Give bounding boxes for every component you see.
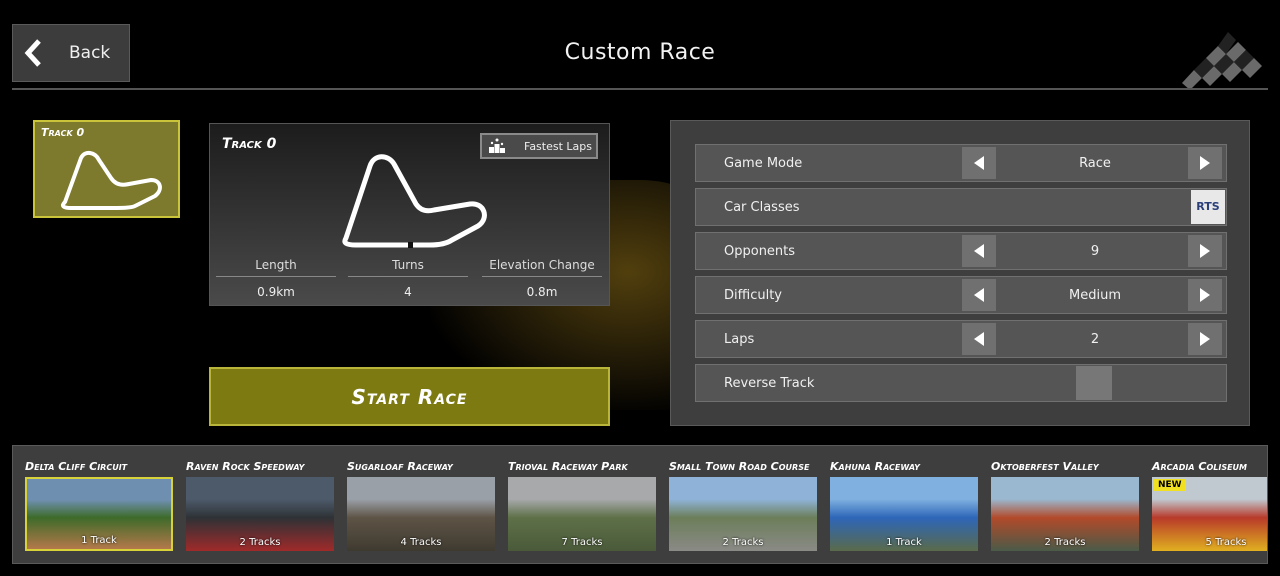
venue-track-count: 2 Tracks: [722, 537, 764, 548]
venue-thumbnail: 7 Tracks: [508, 477, 656, 551]
arrow-left-icon: [974, 156, 984, 170]
new-badge: NEW: [1154, 479, 1186, 491]
difficulty-next-button[interactable]: [1188, 279, 1222, 311]
venue-thumbnail: 2 Tracks: [991, 477, 1139, 551]
stat-turns-label: Turns: [348, 258, 468, 277]
arrow-right-icon: [1200, 288, 1210, 302]
difficulty-value: Medium: [1069, 288, 1121, 303]
track-thumbnail-name: Track 0: [41, 126, 85, 139]
venue-thumbnail: 2 Tracks: [186, 477, 334, 551]
arrow-right-icon: [1200, 244, 1210, 258]
stat-turns-value: 4: [404, 285, 412, 299]
venue-card[interactable]: Arcadia Coliseum NEW 5 Tracks: [1152, 460, 1267, 552]
arrow-right-icon: [1200, 156, 1210, 170]
stat-length-value: 0.9km: [257, 285, 295, 299]
track-thumbnail-selected[interactable]: Track 0: [33, 120, 180, 218]
venue-card[interactable]: Small Town Road Course 2 Tracks: [669, 460, 819, 552]
opponents-prev-button[interactable]: [962, 235, 996, 267]
arrow-right-icon: [1200, 332, 1210, 346]
venue-card[interactable]: Trioval Raceway Park 7 Tracks: [508, 460, 658, 552]
laps-prev-button[interactable]: [962, 323, 996, 355]
track-map: [342, 154, 487, 248]
arrow-left-icon: [974, 332, 984, 346]
car-class-badge[interactable]: RTS: [1191, 190, 1225, 224]
stat-elevation-label: Elevation Change: [482, 258, 602, 277]
venue-thumbnail: 4 Tracks: [347, 477, 495, 551]
venue-track-count: 2 Tracks: [1044, 537, 1086, 548]
opponents-label: Opponents: [724, 244, 796, 259]
opponents-value: 9: [1090, 244, 1100, 259]
checkered-flag-icon: [1182, 32, 1262, 90]
stat-elevation: Elevation Change 0.8m: [482, 258, 602, 299]
venue-name: Raven Rock Speedway: [186, 460, 305, 473]
venue-name: Delta Cliff Circuit: [25, 460, 128, 473]
setting-car-classes[interactable]: Car Classes RTS: [695, 188, 1227, 226]
stat-length-label: Length: [216, 258, 336, 277]
setting-game-mode: Game Mode Race: [695, 144, 1227, 182]
venue-track-count: 2 Tracks: [239, 537, 281, 548]
setting-opponents: Opponents 9: [695, 232, 1227, 270]
venue-track-count: 7 Tracks: [561, 537, 603, 548]
venue-name: Sugarloaf Raceway: [347, 460, 453, 473]
stat-length: Length 0.9km: [216, 258, 336, 299]
venue-thumbnail: 1 Track: [830, 477, 978, 551]
car-classes-label: Car Classes: [724, 200, 800, 215]
venue-name: Small Town Road Course: [669, 460, 810, 473]
venue-track-count: 1 Track: [81, 535, 117, 546]
track-info-name: Track 0: [222, 136, 277, 152]
race-settings-panel: Game Mode Race Car Classes RTS Opponents…: [670, 120, 1250, 426]
game-mode-label: Game Mode: [724, 156, 803, 171]
fastest-laps-label: Fastest Laps: [524, 140, 592, 153]
venue-track-count: 4 Tracks: [400, 537, 442, 548]
page-title: Custom Race: [564, 40, 716, 65]
difficulty-label: Difficulty: [724, 288, 782, 303]
venue-name: Kahuna Raceway: [830, 460, 920, 473]
stat-elevation-value: 0.8m: [526, 285, 558, 299]
venue-carousel[interactable]: Delta Cliff Circuit 1 Track Raven Rock Spe…: [12, 445, 1268, 564]
track-layout-icon: [61, 151, 162, 210]
venue-track-count: 5 Tracks: [1205, 537, 1247, 548]
start-race-button[interactable]: Start Race: [209, 367, 610, 426]
stat-turns: Turns 4: [348, 258, 468, 299]
setting-reverse-track: Reverse Track: [695, 364, 1227, 402]
setting-laps: Laps 2: [695, 320, 1227, 358]
venue-card[interactable]: Sugarloaf Raceway 4 Tracks: [347, 460, 497, 552]
opponents-next-button[interactable]: [1188, 235, 1222, 267]
setting-difficulty: Difficulty Medium: [695, 276, 1227, 314]
venue-name: Oktoberfest Valley: [991, 460, 1099, 473]
venue-thumbnail: 1 Track: [25, 477, 173, 551]
laps-value: 2: [1090, 332, 1100, 347]
venue-name: Trioval Raceway Park: [508, 460, 628, 473]
start-race-label: Start Race: [351, 384, 468, 409]
fastest-laps-button[interactable]: Fastest Laps: [480, 133, 598, 159]
venue-thumbnail: NEW 5 Tracks: [1152, 477, 1267, 551]
difficulty-prev-button[interactable]: [962, 279, 996, 311]
laps-label: Laps: [724, 332, 755, 347]
venue-card[interactable]: Raven Rock Speedway 2 Tracks: [186, 460, 336, 552]
venue-card[interactable]: Oktoberfest Valley 2 Tracks: [991, 460, 1141, 552]
game-mode-prev-button[interactable]: [962, 147, 996, 179]
venue-thumbnail: 2 Tracks: [669, 477, 817, 551]
track-info-panel: Track 0 Fastest Laps Length 0.9km Turns …: [209, 123, 610, 306]
venue-name: Arcadia Coliseum: [1152, 460, 1248, 473]
header-divider: [12, 88, 1268, 90]
reverse-track-label: Reverse Track: [724, 376, 815, 391]
venue-track-count: 1 Track: [886, 537, 922, 548]
arrow-left-icon: [974, 244, 984, 258]
game-mode-value: Race: [1079, 156, 1111, 171]
arrow-left-icon: [974, 288, 984, 302]
venue-card[interactable]: Kahuna Raceway 1 Track: [830, 460, 980, 552]
venue-card[interactable]: Delta Cliff Circuit 1 Track: [25, 460, 175, 552]
reverse-track-toggle[interactable]: [1076, 366, 1112, 400]
game-mode-next-button[interactable]: [1188, 147, 1222, 179]
laps-next-button[interactable]: [1188, 323, 1222, 355]
